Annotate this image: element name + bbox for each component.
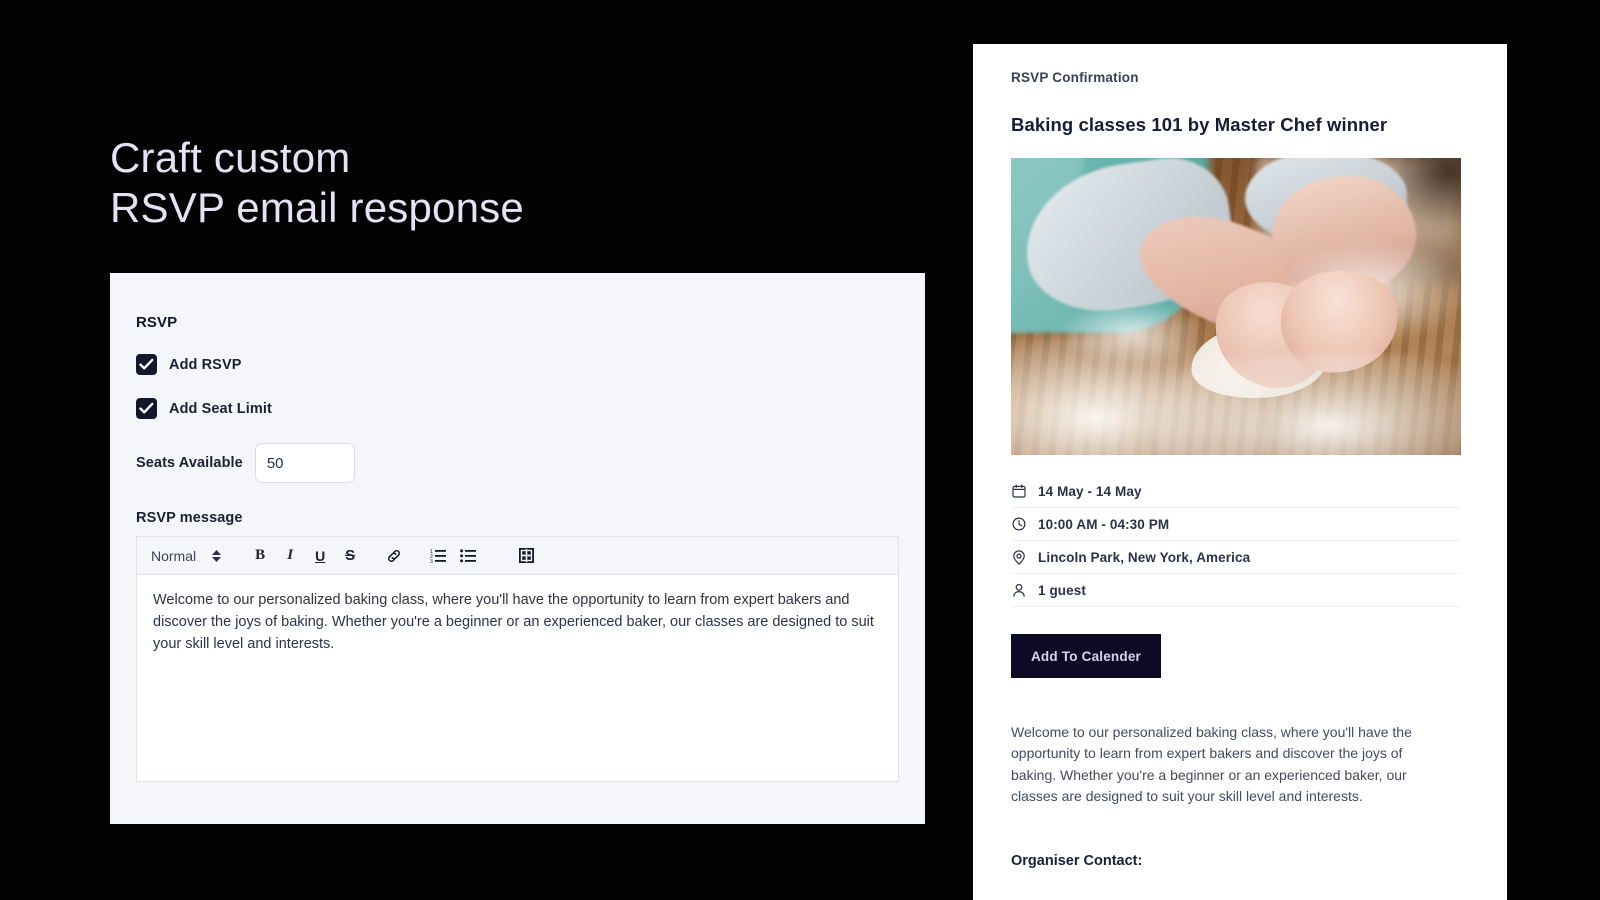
meta-row-location: Lincoln Park, New York, America: [1011, 541, 1461, 574]
link-icon: [388, 549, 401, 562]
photo-flour-bottom-layer: [1155, 354, 1461, 455]
preview-eyebrow: RSVP Confirmation: [1011, 70, 1139, 85]
preview-event-title: Baking classes 101 by Master Chef winner: [1011, 114, 1388, 135]
underline-button[interactable]: U: [305, 542, 335, 570]
ordered-list-button[interactable]: 1 2 3: [423, 542, 453, 570]
rsvp-message-editor: Normal B I U S 1 2 3 Welcome to our pers…: [136, 536, 899, 782]
meta-row-time: 10:00 AM - 04:30 PM: [1011, 508, 1461, 541]
svg-text:3: 3: [430, 559, 433, 563]
italic-button[interactable]: I: [275, 542, 305, 570]
media-icon: [518, 548, 534, 563]
seats-available-row: Seats Available: [136, 443, 897, 483]
meta-guests-text: 1 guest: [1038, 582, 1086, 598]
ordered-list-icon: 1 2 3: [430, 549, 447, 563]
seats-available-input[interactable]: [254, 443, 355, 483]
organiser-contact-label: Organiser Contact:: [1011, 853, 1143, 870]
checkmark-icon: [139, 402, 154, 414]
meta-date-text: 14 May - 14 May: [1038, 483, 1142, 499]
calendar-icon: [1011, 484, 1026, 499]
app-root: Craft custom RSVP email response RSVP Ad…: [0, 0, 1600, 900]
clock-icon: [1011, 517, 1026, 532]
rsvp-form-card: RSVP Add RSVP Add Seat Limit Seats Avail…: [110, 273, 925, 824]
editor-toolbar: Normal B I U S 1 2 3: [137, 537, 898, 575]
bullet-list-icon: [460, 549, 477, 563]
bullet-list-button[interactable]: [453, 542, 483, 570]
add-rsvp-checkbox[interactable]: [136, 354, 157, 375]
bold-button[interactable]: B: [245, 542, 275, 570]
add-to-calendar-button[interactable]: Add To Calender: [1011, 634, 1161, 678]
rsvp-section-title: RSVP: [136, 314, 178, 331]
checkbox-row-add-seat-limit[interactable]: Add Seat Limit: [136, 398, 897, 419]
event-meta-list: 14 May - 14 May 10:00 AM - 04:30 PM Linc…: [1011, 475, 1461, 607]
format-select-value: Normal: [151, 547, 197, 564]
add-seat-limit-checkbox[interactable]: [136, 398, 157, 419]
checkbox-row-add-rsvp[interactable]: Add RSVP: [136, 354, 897, 375]
page-title: Craft custom RSVP email response: [110, 134, 524, 231]
meta-location-text: Lincoln Park, New York, America: [1038, 549, 1251, 565]
add-seat-limit-label: Add Seat Limit: [169, 400, 272, 417]
add-rsvp-label: Add RSVP: [169, 356, 242, 373]
meta-row-guests: 1 guest: [1011, 574, 1461, 607]
checkmark-icon: [139, 358, 154, 370]
rsvp-message-text[interactable]: Welcome to our personalized baking class…: [137, 575, 898, 781]
preview-description: Welcome to our personalized baking class…: [1011, 724, 1412, 804]
insert-media-button[interactable]: [511, 542, 541, 570]
event-photo: [1011, 158, 1461, 455]
location-pin-icon: [1011, 549, 1026, 565]
chevron-updown-icon: [212, 549, 222, 562]
rsvp-message-label: RSVP message: [136, 510, 243, 526]
format-select[interactable]: Normal: [151, 547, 222, 564]
person-icon: [1011, 583, 1026, 598]
link-button[interactable]: [379, 542, 409, 570]
rsvp-preview-panel: RSVP Confirmation Baking classes 101 by …: [973, 44, 1507, 900]
meta-row-date: 14 May - 14 May: [1011, 475, 1461, 508]
seats-available-label: Seats Available: [136, 455, 243, 471]
meta-time-text: 10:00 AM - 04:30 PM: [1038, 516, 1170, 532]
strikethrough-button[interactable]: S: [335, 542, 365, 570]
